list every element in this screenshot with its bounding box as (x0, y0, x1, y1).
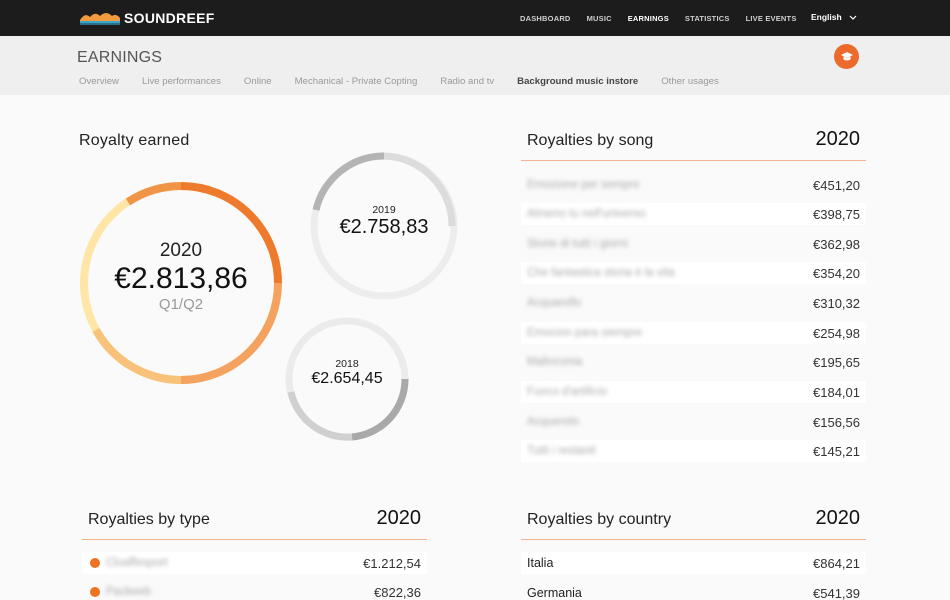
list-item: Almeno tu nell'universo €398,75 (521, 203, 866, 225)
tab-other-usages[interactable]: Other usages (661, 76, 719, 87)
by-song-title: Royalties by song (527, 132, 654, 149)
list-item: Emocion para siempre €254,98 (521, 322, 866, 344)
list-item: Che fantastica storia è la vita €354,20 (521, 262, 866, 284)
ring-2018-label: 2018 €2.654,45 (297, 358, 397, 388)
list-item: Fuoco d'artificio €184,01 (521, 381, 866, 403)
current-amount: €2.813,86 (114, 262, 248, 295)
list-item: Emozione per sempre €451,20 (527, 177, 860, 193)
by-song-year: 2020 (815, 128, 861, 150)
language-label: English (811, 12, 842, 22)
by-country-year: 2020 (815, 507, 861, 529)
tab-overview[interactable]: Overview (79, 76, 119, 87)
tab-online[interactable]: Online (244, 76, 272, 87)
by-song-header: Royalties by song 2020 (521, 128, 866, 161)
list-item: Tutti i restanti €145,21 (521, 440, 866, 462)
earnings-tabs: Overview Live performances Online Mechan… (79, 76, 742, 87)
tutorial-button[interactable] (834, 44, 859, 69)
tab-live-performances[interactable]: Live performances (142, 76, 221, 87)
logo-waves-icon (80, 13, 120, 25)
nav-earnings[interactable]: EARNINGS (628, 14, 669, 23)
list-item: Malinconia €195,65 (527, 354, 860, 370)
nav-music[interactable]: MUSIC (587, 14, 612, 23)
by-country-header: Royalties by country 2020 (521, 507, 866, 540)
page-title: EARNINGS (77, 49, 163, 66)
year-2018: 2018 (335, 358, 359, 370)
ring-2019-label: 2019 €2.758,83 (324, 204, 444, 239)
tab-radio-tv[interactable]: Radio and tv (440, 76, 494, 87)
main-nav: DASHBOARD MUSIC EARNINGS STATISTICS LIVE… (520, 0, 813, 36)
bullet-icon (90, 587, 100, 597)
by-type-year: 2020 (376, 507, 422, 529)
by-type-title: Royalties by type (88, 511, 210, 528)
tab-background-music[interactable]: Background music instore (517, 76, 638, 87)
list-item: Italia €864,21 (521, 552, 866, 574)
language-selector[interactable]: English (811, 12, 857, 22)
earnings-header: EARNINGS Overview Live performances Onli… (0, 36, 950, 95)
year-2019: 2019 (372, 204, 396, 216)
nav-live-events[interactable]: LIVE EVENTS (746, 14, 797, 23)
amount-2019: €2.758,83 (339, 216, 429, 238)
current-year: 2020 (159, 240, 203, 261)
soundreef-logo[interactable]: SOUNDREEF (80, 8, 215, 28)
list-item: Acquerelo €156,56 (527, 414, 860, 430)
nav-dashboard[interactable]: DASHBOARD (520, 14, 571, 23)
nav-statistics[interactable]: STATISTICS (685, 14, 730, 23)
current-period: Q1/Q2 (158, 296, 204, 313)
amount-2018: €2.654,45 (311, 370, 383, 387)
by-type-header: Royalties by type 2020 (82, 507, 427, 540)
top-navigation-bar: SOUNDREEF DASHBOARD MUSIC EARNINGS STATI… (0, 0, 950, 36)
list-item: Acquarello €310,32 (527, 295, 860, 311)
by-country-title: Royalties by country (527, 511, 672, 528)
list-item: Cloaffesport €1.212,54 (82, 552, 427, 574)
graduation-cap-icon (840, 51, 853, 60)
ring-2020-label: 2020 €2.813,86 Q1/Q2 (101, 240, 261, 313)
list-item: Storie di tutti i giorni €362,98 (527, 236, 860, 252)
tab-mechanical[interactable]: Mechanical - Private Copting (295, 76, 418, 87)
brand-name: SOUNDREEF (124, 10, 215, 26)
bullet-icon (90, 558, 100, 568)
chevron-down-icon (849, 15, 857, 20)
list-item: Packeeb €822,36 (82, 581, 427, 600)
royalty-earned-title: Royalty earned (79, 132, 190, 149)
list-item: Germania €541,39 (527, 585, 860, 600)
